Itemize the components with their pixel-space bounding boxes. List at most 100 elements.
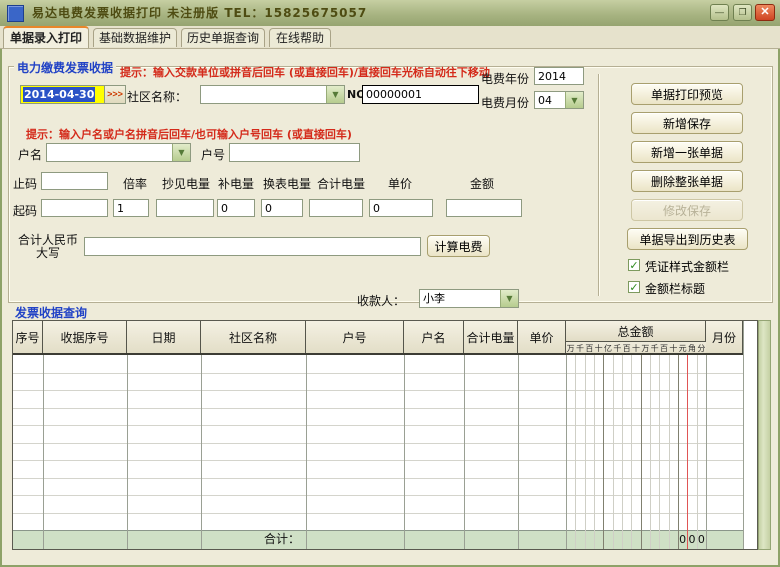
- fee-year-label: 电费年份: [481, 70, 529, 87]
- total-label: 合计：: [201, 530, 300, 549]
- column-header-9[interactable]: 总金额: [566, 321, 706, 342]
- fee-year-input[interactable]: [534, 67, 584, 85]
- end-reading-input[interactable]: [41, 172, 108, 190]
- column-header-7[interactable]: 合计电量: [464, 321, 518, 355]
- community-label: 社区名称：: [127, 88, 187, 105]
- print-preview-button[interactable]: 单据打印预览: [631, 83, 743, 105]
- tab-history-query[interactable]: 历史单据查询: [181, 28, 265, 47]
- community-combobox[interactable]: ▼: [200, 85, 345, 104]
- chevron-down-icon[interactable]: ▼: [172, 144, 190, 161]
- chevron-down-icon[interactable]: ▼: [565, 92, 583, 108]
- amount-digit-line: [622, 355, 623, 549]
- tab-base-data[interactable]: 基础数据维护: [93, 28, 177, 47]
- column-header-5[interactable]: 户号: [306, 321, 404, 355]
- fee-month-combobox[interactable]: 04 ▼: [534, 91, 584, 109]
- app-window: 易达电费发票收据打印 未注册版 TEL：15825675057 — ❐ ✕ 单据…: [0, 0, 780, 567]
- supplement-input[interactable]: [217, 199, 255, 217]
- tab-bar: 单据录入打印 基础数据维护 历史单据查询 在线帮助: [0, 26, 780, 49]
- voucher-style-checkbox-row[interactable]: ✓ 凭证样式金额栏: [628, 258, 768, 272]
- total-jiao: 0: [687, 530, 696, 549]
- new-receipt-button[interactable]: 新增一张单据: [631, 141, 743, 163]
- supplement-label: 补电量: [213, 175, 259, 192]
- amount-digit-line: [594, 355, 595, 549]
- total-row: [13, 530, 743, 549]
- grid-row-line: [13, 390, 743, 391]
- column-header-8[interactable]: 单价: [518, 321, 566, 355]
- rmb-words-input[interactable]: [84, 237, 421, 256]
- column-header-10[interactable]: 月份: [706, 321, 743, 355]
- voucher-style-checkbox[interactable]: ✓: [628, 259, 640, 271]
- amount-digit-line: [641, 355, 642, 549]
- meter-change-label: 换表电量: [260, 175, 314, 192]
- grid-column-line: [306, 355, 307, 549]
- amount-digit-line: [669, 355, 670, 549]
- multiplier-label: 倍率: [112, 175, 158, 192]
- amount-digit-line: [575, 355, 576, 549]
- column-header-2[interactable]: 收据序号: [43, 321, 127, 355]
- app-icon: [7, 5, 24, 22]
- title-bar: 易达电费发票收据打印 未注册版 TEL：15825675057 — ❐ ✕: [0, 0, 780, 27]
- entry-group-title: 电力缴费发票收据: [14, 59, 116, 76]
- column-header-6[interactable]: 户名: [404, 321, 464, 355]
- grid-column-line: [464, 355, 465, 549]
- account-no-input[interactable]: [229, 143, 360, 162]
- close-button[interactable]: ✕: [755, 4, 775, 21]
- end-reading-label: 止码: [13, 175, 37, 192]
- grid-column-line: [201, 355, 202, 549]
- column-header-4[interactable]: 社区名称: [201, 321, 306, 355]
- meter-change-input[interactable]: [261, 199, 303, 217]
- multiplier-input[interactable]: [113, 199, 149, 217]
- amount-title-checkbox-row[interactable]: ✓ 金额栏标题: [628, 280, 768, 294]
- unit-price-input[interactable]: [369, 199, 433, 217]
- delete-receipt-button[interactable]: 删除整张单据: [631, 170, 743, 192]
- tab-online-help[interactable]: 在线帮助: [269, 28, 331, 47]
- minimize-button[interactable]: —: [710, 4, 729, 21]
- amount-digit-line: [603, 355, 604, 549]
- add-save-button[interactable]: 新增保存: [631, 112, 743, 134]
- grid-row-line: [13, 443, 743, 444]
- account-no-label: 户号: [201, 146, 225, 163]
- amount-title-checkbox[interactable]: ✓: [628, 281, 640, 293]
- rmb-words-label-line2: 大写: [36, 246, 60, 260]
- rmb-words-label-line1: 合计人民币: [18, 233, 78, 247]
- modify-save-button: 修改保存: [631, 199, 743, 221]
- window-title: 易达电费发票收据打印 未注册版 TEL：15825675057: [32, 0, 367, 26]
- group-separator: [598, 74, 600, 296]
- date-input[interactable]: 2014-04-30 >>>: [20, 85, 126, 104]
- tab-receipt-entry-print[interactable]: 单据录入打印: [3, 26, 89, 48]
- account-name-label: 户名: [18, 146, 42, 163]
- column-header-1[interactable]: 序号: [13, 321, 43, 355]
- grid-column-line: [127, 355, 128, 549]
- export-history-button[interactable]: 单据导出到历史表: [627, 228, 748, 250]
- receipt-no-input[interactable]: [362, 85, 479, 104]
- hint-account-entry: 提示：输入户名或户名拼音后回车/也可输入户号回车 (或直接回车): [26, 126, 352, 142]
- unit-price-label: 单价: [372, 175, 428, 192]
- amount-digit-line: [678, 355, 679, 549]
- account-name-combobox[interactable]: ▼: [46, 143, 191, 162]
- chevron-down-icon[interactable]: ▼: [326, 86, 344, 103]
- date-value: 2014-04-30: [23, 87, 95, 102]
- date-more-button[interactable]: >>>: [104, 86, 125, 103]
- grid-row-line: [13, 460, 743, 461]
- payee-combobox[interactable]: 小李 ▼: [419, 289, 519, 308]
- meter-read-label: 抄见电量: [158, 175, 214, 192]
- column-header-3[interactable]: 日期: [127, 321, 201, 355]
- rmb-words-label: 合计人民币 大写: [14, 234, 82, 260]
- chevron-down-icon[interactable]: ▼: [500, 290, 518, 307]
- meter-read-input[interactable]: [156, 199, 214, 217]
- grid-row-line: [13, 513, 743, 514]
- invoice-grid[interactable]: 序号收据序号日期社区名称户号户名合计电量单价总金额月份万千百十亿千百十万千百十元…: [12, 320, 758, 550]
- total-yuan: 0: [678, 530, 687, 549]
- total-energy-input[interactable]: [309, 199, 363, 217]
- maximize-button[interactable]: ❐: [733, 4, 752, 21]
- calc-fee-button[interactable]: 计算电费: [427, 235, 490, 257]
- total-energy-label: 合计电量: [314, 175, 368, 192]
- grid-row-line: [13, 495, 743, 496]
- payee-label: 收款人：: [357, 292, 405, 309]
- total-fen: 0: [697, 530, 706, 549]
- amount-input[interactable]: [446, 199, 522, 217]
- start-reading-input[interactable]: [41, 199, 108, 217]
- payee-value: 小李: [423, 291, 445, 306]
- hint-community-entry: 提示：输入交款单位或拼音后回车 (或直接回车)/直接回车光标自动往下移动: [120, 64, 490, 80]
- vertical-scrollbar[interactable]: [758, 320, 771, 550]
